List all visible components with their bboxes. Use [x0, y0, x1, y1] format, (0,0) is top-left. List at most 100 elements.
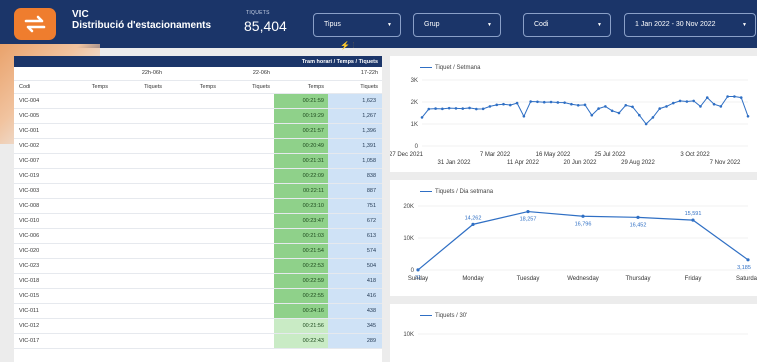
table-cell	[58, 318, 112, 334]
data-point	[576, 104, 580, 107]
table-cell	[58, 333, 112, 349]
group-header: 22h-06h	[58, 67, 166, 81]
table-cell	[58, 213, 112, 229]
table-row[interactable]: VIC-004 00:21:59 1,623	[14, 93, 382, 109]
table-row[interactable]: VIC-023 00:22:53 504	[14, 258, 382, 274]
table-cell	[58, 243, 112, 259]
table-row[interactable]: VIC-006 00:21:03 613	[14, 228, 382, 244]
x-tick-label: Sunday	[408, 276, 428, 282]
table-cell	[112, 258, 166, 274]
flash-icon[interactable]: ⚡	[340, 41, 350, 50]
dropdown-caret-icon: ▼	[387, 22, 392, 28]
table-cell	[58, 183, 112, 199]
table-cell	[220, 288, 274, 304]
table-cell: 00:23:10	[274, 198, 328, 214]
x-tick-label: 29 Aug 2022	[621, 160, 655, 166]
column-header[interactable]: Tiquets	[220, 80, 274, 94]
filter-codi[interactable]: Codi ▼	[523, 13, 611, 37]
table-cell: 00:22:09	[274, 168, 328, 184]
table-cell	[166, 228, 220, 244]
filter-date-range[interactable]: 1 Jan 2022 - 30 Nov 2022 ▼	[624, 13, 756, 37]
table-cell: VIC-003	[14, 183, 58, 199]
table-cell	[166, 273, 220, 289]
table-cell	[166, 198, 220, 214]
data-point	[427, 107, 431, 111]
table-row[interactable]: VIC-002 00:20:49 1,391	[14, 138, 382, 154]
more-icon[interactable]: ⁞	[352, 41, 354, 50]
table-row[interactable]: VIC-005 00:19:29 1,267	[14, 108, 382, 124]
table-row[interactable]: VIC-019 00:22:09 838	[14, 168, 382, 184]
table-cell	[112, 198, 166, 214]
y-tick-label: 2K	[411, 100, 418, 106]
table-row[interactable]: VIC-001 00:21:57 1,396	[14, 123, 382, 139]
table-row[interactable]: VIC-017 00:22:43 289	[14, 333, 382, 349]
table-cell	[112, 108, 166, 124]
data-point	[495, 103, 499, 107]
table-cell: 672	[328, 213, 382, 229]
column-header[interactable]: Temps	[166, 80, 220, 94]
table-row[interactable]: VIC-018 00:22:59 418	[14, 273, 382, 289]
column-header[interactable]: Temps	[274, 80, 328, 94]
table-cell	[58, 228, 112, 244]
table-cell: VIC-004	[14, 93, 58, 109]
table-cell	[220, 108, 274, 124]
column-header[interactable]: Tiquets	[112, 80, 166, 94]
table-cell: VIC-002	[14, 138, 58, 154]
table-cell: 1,267	[328, 108, 382, 124]
table-cell: 574	[328, 243, 382, 259]
table-cell: 00:24:16	[274, 303, 328, 319]
table-row[interactable]: VIC-012 00:21:56 345	[14, 318, 382, 334]
chart-weekday-svg: 010K20K31Sunday14,262Monday18,257Tuesday…	[403, 204, 757, 282]
data-point	[471, 222, 475, 226]
table-cell	[220, 213, 274, 229]
table-cell	[112, 273, 166, 289]
table-cell: 00:22:53	[274, 258, 328, 274]
y-tick-label: 3K	[411, 78, 418, 84]
table-cell: VIC-020	[14, 243, 58, 259]
column-header[interactable]: Tiquets	[328, 80, 382, 94]
table-cell	[220, 153, 274, 169]
table-cell	[58, 273, 112, 289]
filter-grup[interactable]: Grup ▼	[413, 13, 501, 37]
x-tick-label: 3 Oct 2022	[680, 152, 710, 158]
table-cell: VIC-010	[14, 213, 58, 229]
data-label: 15,591	[685, 211, 702, 217]
data-point	[726, 95, 729, 98]
data-point	[468, 106, 471, 110]
table-cell	[58, 198, 112, 214]
table-row[interactable]: VIC-007 00:21:31 1,058	[14, 153, 382, 169]
data-point	[631, 105, 634, 109]
table-cell: 00:21:03	[274, 228, 328, 244]
column-header[interactable]: Codi	[14, 80, 58, 94]
table-row[interactable]: VIC-010 00:23:47 672	[14, 213, 382, 229]
data-point	[583, 103, 587, 107]
table-cell	[112, 123, 166, 139]
table-cell: 887	[328, 183, 382, 199]
data-point	[719, 105, 723, 108]
data-point	[671, 101, 675, 105]
group-header: 22-06h	[166, 67, 274, 81]
table-cell: 1,391	[328, 138, 382, 154]
parking-table: Tram horari / Temps / Tiquets 22h-06h 22…	[14, 56, 382, 349]
table-row[interactable]: VIC-008 00:23:10 751	[14, 198, 382, 214]
column-header[interactable]: Temps	[58, 80, 112, 94]
table-row[interactable]: VIC-020 00:21:54 574	[14, 243, 382, 259]
table-row[interactable]: VIC-003 00:22:11 887	[14, 183, 382, 199]
table-body: VIC-004 00:21:59 1,623 VIC-005 00:19:29 1,267…	[14, 93, 382, 349]
data-point	[665, 105, 668, 108]
filter-tipus[interactable]: Tipus ▼	[313, 13, 401, 37]
table-cell	[220, 303, 274, 319]
table-cell	[220, 318, 274, 334]
table-cell: 00:22:43	[274, 333, 328, 349]
table-row[interactable]: VIC-011 00:24:16 438	[14, 303, 382, 319]
y-tick-label: 20K	[403, 204, 414, 210]
data-point	[712, 102, 716, 106]
app-logo	[14, 8, 56, 40]
kpi-value: 85,404	[244, 18, 287, 34]
table-cell: 00:22:55	[274, 288, 328, 304]
table-cell: VIC-007	[14, 153, 58, 169]
table-cell	[166, 138, 220, 154]
x-tick-label: Saturday	[736, 276, 757, 282]
table-row[interactable]: VIC-015 00:22:55 416	[14, 288, 382, 304]
y-tick-label: 10K	[403, 332, 414, 338]
